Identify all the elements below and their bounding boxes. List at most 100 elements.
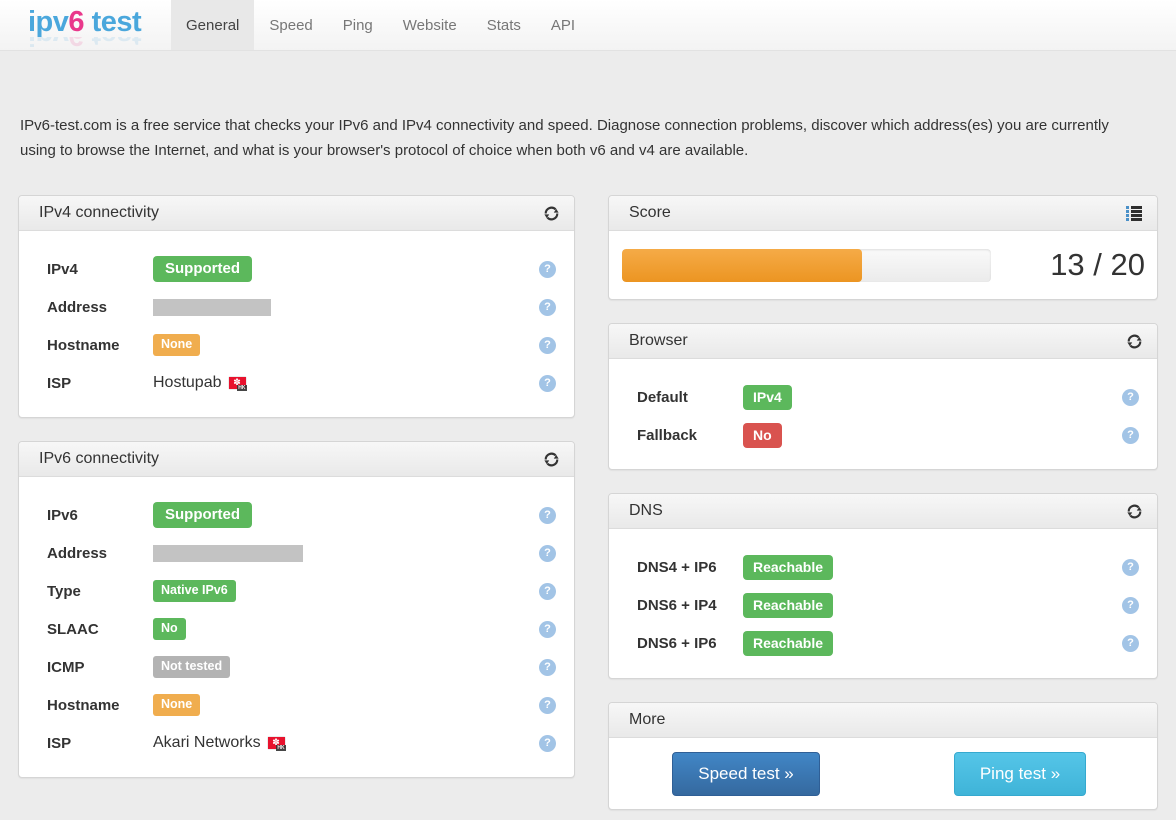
row-ipv4-hostname: Hostname None ?	[47, 334, 556, 356]
status-badge: Reachable	[743, 631, 833, 656]
row-label: ISP	[47, 735, 153, 752]
panel-browser-title: Browser	[629, 332, 688, 350]
row-label: DNS6 + IP4	[637, 597, 743, 614]
tab-general[interactable]: General	[171, 0, 254, 50]
refresh-icon[interactable]	[542, 450, 560, 468]
refresh-icon[interactable]	[1125, 332, 1143, 350]
status-badge: None	[153, 694, 200, 716]
isp-value: Akari Networks ✽HK	[153, 734, 285, 752]
help-icon[interactable]: ?	[1122, 597, 1139, 614]
help-icon[interactable]: ?	[1122, 635, 1139, 652]
row-label: Fallback	[637, 427, 743, 444]
row-label: Hostname	[47, 697, 153, 714]
more-body: Speed test » Ping test »	[609, 738, 1157, 809]
help-icon[interactable]: ?	[539, 507, 556, 524]
status-badge: Reachable	[743, 593, 833, 618]
panel-more: More Speed test » Ping test »	[608, 702, 1158, 810]
logo-part-ipv: ipv	[28, 6, 68, 38]
help-icon[interactable]: ?	[539, 621, 556, 638]
score-value: 13 / 20	[1017, 247, 1145, 283]
flag-icon-hk: ✽HK	[268, 737, 285, 749]
row-dns4-ip6: DNS4 + IP6 Reachable ?	[637, 556, 1139, 578]
panel-ipv4-title: IPv4 connectivity	[39, 204, 159, 222]
help-icon[interactable]: ?	[539, 299, 556, 316]
panel-dns: DNS DNS4 + IP6 Reachable ? DNS6 + IP4 Re…	[608, 493, 1158, 679]
tab-website[interactable]: Website	[388, 0, 472, 50]
isp-name: Hostupab	[153, 374, 222, 392]
score-progress-fill	[622, 249, 862, 282]
tab-stats[interactable]: Stats	[472, 0, 536, 50]
row-label: ISP	[47, 375, 153, 392]
help-icon[interactable]: ?	[539, 659, 556, 676]
redacted-address	[153, 545, 303, 562]
help-icon[interactable]: ?	[539, 583, 556, 600]
logo-part-6: 6	[68, 6, 84, 38]
row-dns6-ip6: DNS6 + IP6 Reachable ?	[637, 632, 1139, 654]
help-icon[interactable]: ?	[1122, 389, 1139, 406]
status-badge: Not tested	[153, 656, 230, 678]
row-ipv6-address: Address ?	[47, 542, 556, 564]
help-icon[interactable]: ?	[539, 261, 556, 278]
logo-text: ipv6 test	[28, 7, 171, 37]
row-label: IPv6	[47, 507, 153, 524]
row-label: Default	[637, 389, 743, 406]
status-badge: Supported	[153, 502, 252, 528]
row-label: ICMP	[47, 659, 153, 676]
row-label: Address	[47, 545, 153, 562]
panel-score-title: Score	[629, 204, 671, 222]
help-icon[interactable]: ?	[1122, 559, 1139, 576]
status-badge: None	[153, 334, 200, 356]
navbar: ipv6 test ipv6 test General Speed Ping W…	[0, 0, 1176, 51]
row-ipv6-hostname: Hostname None ?	[47, 694, 556, 716]
panel-browser-heading: Browser	[609, 324, 1157, 359]
help-icon[interactable]: ?	[539, 697, 556, 714]
refresh-icon[interactable]	[1125, 502, 1143, 520]
isp-name: Akari Networks	[153, 734, 261, 752]
score-body: 13 / 20	[609, 231, 1157, 299]
speed-test-button[interactable]: Speed test »	[672, 752, 819, 796]
row-ipv4-address: Address ?	[47, 296, 556, 318]
intro-text: IPv6-test.com is a free service that che…	[20, 113, 1156, 163]
help-icon[interactable]: ?	[539, 337, 556, 354]
status-badge: No	[743, 423, 782, 448]
row-browser-default: Default IPv4 ?	[637, 386, 1139, 408]
row-ipv4-status: IPv4 Supported ?	[47, 258, 556, 280]
panel-ipv4-connectivity: IPv4 connectivity IPv4 Supported ? Addre…	[18, 195, 575, 418]
nav-tabs: General Speed Ping Website Stats API	[171, 0, 590, 50]
help-icon[interactable]: ?	[539, 545, 556, 562]
tab-ping[interactable]: Ping	[328, 0, 388, 50]
help-icon[interactable]: ?	[1122, 427, 1139, 444]
status-badge: Native IPv6	[153, 580, 236, 602]
panel-score: Score 13 / 20	[608, 195, 1158, 300]
row-ipv6-isp: ISP Akari Networks ✽HK ?	[47, 732, 556, 754]
panel-ipv6-connectivity: IPv6 connectivity IPv6 Supported ? Addre…	[18, 441, 575, 778]
panel-more-title: More	[629, 711, 665, 729]
panel-ipv6-title: IPv6 connectivity	[39, 450, 159, 468]
isp-value: Hostupab ✽HK	[153, 374, 246, 392]
row-label: IPv4	[47, 261, 153, 278]
refresh-icon[interactable]	[542, 204, 560, 222]
row-label: Address	[47, 299, 153, 316]
help-icon[interactable]: ?	[539, 735, 556, 752]
panel-score-heading: Score	[609, 196, 1157, 231]
panel-dns-title: DNS	[629, 502, 663, 520]
panel-ipv4-heading: IPv4 connectivity	[19, 196, 574, 231]
row-label: DNS6 + IP6	[637, 635, 743, 652]
tab-speed[interactable]: Speed	[254, 0, 327, 50]
row-browser-fallback: Fallback No ?	[637, 424, 1139, 446]
help-icon[interactable]: ?	[539, 375, 556, 392]
status-badge: Supported	[153, 256, 252, 282]
list-icon[interactable]	[1125, 204, 1143, 222]
tab-api[interactable]: API	[536, 0, 590, 50]
site-logo[interactable]: ipv6 test ipv6 test	[0, 0, 171, 50]
row-dns6-ip4: DNS6 + IP4 Reachable ?	[637, 594, 1139, 616]
row-label: Hostname	[47, 337, 153, 354]
redacted-address	[153, 299, 271, 316]
status-badge: Reachable	[743, 555, 833, 580]
panel-more-heading: More	[609, 703, 1157, 738]
ping-test-button[interactable]: Ping test »	[954, 752, 1086, 796]
panel-browser: Browser Default IPv4 ? Fallback No ?	[608, 323, 1158, 470]
score-progress-track	[622, 249, 991, 282]
row-label: Type	[47, 583, 153, 600]
row-ipv4-isp: ISP Hostupab ✽HK ?	[47, 372, 556, 394]
